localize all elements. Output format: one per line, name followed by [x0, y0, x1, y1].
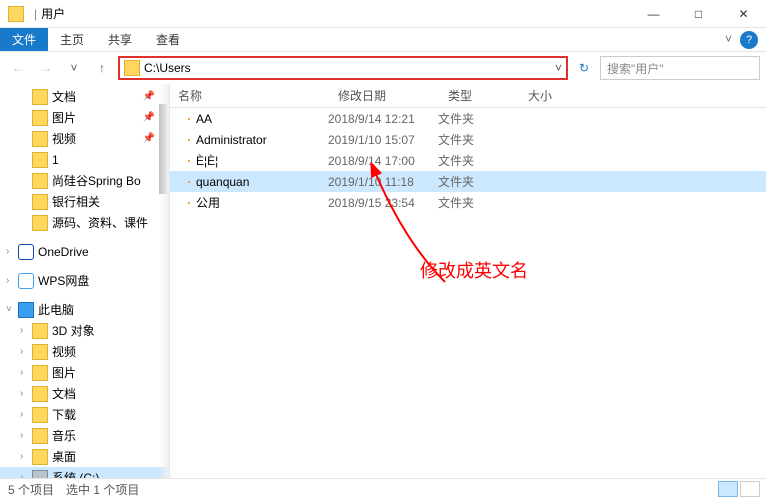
sidebar-item[interactable]: 1 [0, 149, 169, 170]
ribbon: 文件 主页 共享 查看 ˅ ? [0, 28, 766, 52]
help-icon[interactable]: ? [740, 31, 758, 49]
sidebar-item[interactable]: 图片📌 [0, 107, 169, 128]
ribbon-collapse-icon[interactable]: ˅ [725, 32, 732, 46]
file-row[interactable]: quanquan2019/1/10 11:18文件夹 [170, 171, 766, 192]
sidebar-item[interactable]: 文档📌 [0, 86, 169, 107]
minimize-button[interactable]: — [631, 0, 676, 28]
sidebar-item[interactable]: 尚硅谷Spring Bo [0, 170, 169, 191]
window-title: 用户 [41, 5, 65, 22]
sidebar-item[interactable]: 银行相关 [0, 191, 169, 212]
maximize-button[interactable]: □ [676, 0, 721, 28]
sidebar-item[interactable]: ›3D 对象 [0, 320, 169, 341]
sidebar-item[interactable]: 源码、资料、课件 [0, 212, 169, 233]
tab-home[interactable]: 主页 [48, 28, 96, 51]
scrollbar[interactable] [158, 84, 168, 482]
tab-view[interactable]: 查看 [144, 28, 192, 51]
sidebar-item[interactable]: ›WPS网盘 [0, 270, 169, 291]
navigation-row: ← → ˅ ↑ C:\Users ˅ ↻ 搜索"用户" [0, 52, 766, 84]
annotation-text: 修改成英文名 [420, 257, 528, 283]
file-row[interactable]: È¦È¦2018/9/14 17:00文件夹 [170, 150, 766, 171]
view-buttons[interactable] [718, 481, 760, 497]
column-headers[interactable]: 名称 修改日期 类型 大小 [170, 84, 766, 108]
tab-file[interactable]: 文件 [0, 28, 48, 51]
file-row[interactable]: 公用2018/9/15 23:54文件夹 [170, 192, 766, 213]
close-button[interactable]: ✕ [721, 0, 766, 28]
search-input[interactable]: 搜索"用户" [600, 56, 760, 80]
item-count: 5 个项目 [8, 481, 54, 498]
status-bar: 5 个项目 选中 1 个项目 [0, 478, 766, 500]
navigation-pane[interactable]: 文档📌图片📌视频📌1尚硅谷Spring Bo银行相关源码、资料、课件 ›OneDr… [0, 84, 170, 482]
sidebar-item[interactable]: ›音乐 [0, 425, 169, 446]
sidebar-item[interactable]: ›下载 [0, 404, 169, 425]
sidebar-item[interactable]: ›桌面 [0, 446, 169, 467]
tab-share[interactable]: 共享 [96, 28, 144, 51]
sidebar-item[interactable]: ›文档 [0, 383, 169, 404]
title-bar: | 用户 — □ ✕ [0, 0, 766, 28]
col-size[interactable]: 大小 [520, 87, 580, 104]
sidebar-item[interactable]: ˅此电脑 [0, 299, 169, 320]
recent-dropdown[interactable]: ˅ [62, 56, 86, 80]
folder-icon [8, 6, 24, 22]
col-date[interactable]: 修改日期 [330, 87, 440, 104]
selection-count: 选中 1 个项目 [66, 481, 139, 498]
refresh-button[interactable]: ↻ [572, 56, 596, 80]
col-type[interactable]: 类型 [440, 87, 520, 104]
back-button[interactable]: ← [6, 56, 30, 80]
file-list: 名称 修改日期 类型 大小 AA2018/9/14 12:21文件夹Admini… [170, 84, 766, 482]
file-row[interactable]: AA2018/9/14 12:21文件夹 [170, 108, 766, 129]
up-button[interactable]: ↑ [90, 56, 114, 80]
folder-icon [124, 60, 140, 76]
address-text: C:\Users [144, 61, 191, 75]
file-row[interactable]: Administrator2019/1/10 15:07文件夹 [170, 129, 766, 150]
sidebar-item[interactable]: ›OneDrive [0, 241, 169, 262]
address-bar[interactable]: C:\Users ˅ [118, 56, 568, 80]
sidebar-item[interactable]: ›图片 [0, 362, 169, 383]
separator: | [34, 7, 37, 21]
sidebar-item[interactable]: 视频📌 [0, 128, 169, 149]
address-dropdown-icon[interactable]: ˅ [555, 61, 562, 75]
forward-button[interactable]: → [34, 56, 58, 80]
col-name[interactable]: 名称 [170, 87, 330, 104]
sidebar-item[interactable]: ›视频 [0, 341, 169, 362]
